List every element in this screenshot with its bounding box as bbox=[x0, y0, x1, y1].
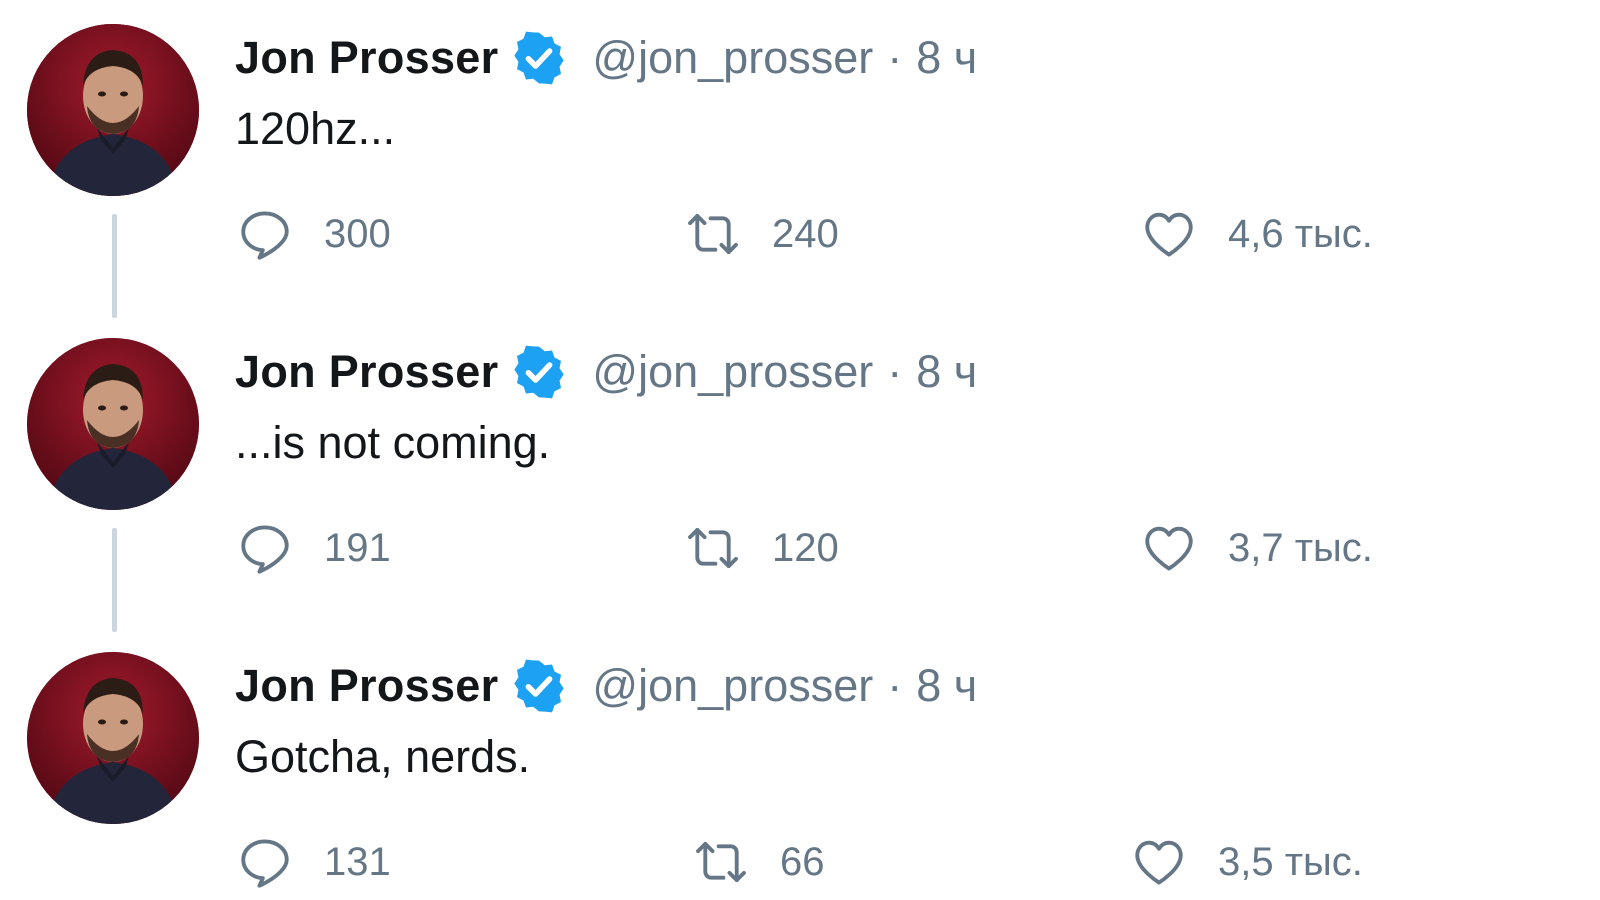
tweet-header: Jon Prosser @jon_prosser · 8 ч bbox=[235, 342, 977, 402]
like-button[interactable]: 3,5 тыс. bbox=[1130, 830, 1363, 894]
author-handle[interactable]: @jon_prosser bbox=[592, 32, 873, 84]
like-button[interactable]: 3,7 тыс. bbox=[1140, 516, 1373, 580]
separator-dot: · bbox=[887, 346, 903, 397]
retweet-button[interactable]: 240 bbox=[684, 202, 839, 266]
tweet-actions: 131 66 3,5 тыс. bbox=[0, 830, 1600, 894]
avatar-portrait bbox=[27, 338, 199, 510]
separator-dot: · bbox=[887, 32, 903, 83]
avatar[interactable] bbox=[27, 24, 199, 196]
speech-bubble-icon bbox=[236, 519, 294, 577]
like-count: 3,7 тыс. bbox=[1228, 525, 1373, 570]
tweet[interactable]: Jon Prosser @jon_prosser · 8 ч 120hz... … bbox=[0, 0, 1600, 318]
verified-badge-icon bbox=[510, 343, 568, 401]
tweet-text: ...is not coming. bbox=[235, 417, 551, 468]
reply-button[interactable]: 131 bbox=[236, 830, 391, 894]
tweet-text: 120hz... bbox=[235, 103, 396, 154]
author-handle[interactable]: @jon_prosser bbox=[592, 346, 873, 398]
retweet-arrows-icon bbox=[684, 519, 742, 577]
heart-icon bbox=[1130, 833, 1188, 891]
reply-button[interactable]: 191 bbox=[236, 516, 391, 580]
reply-count: 300 bbox=[324, 211, 391, 256]
separator-dot: · bbox=[887, 660, 903, 711]
heart-icon bbox=[1140, 519, 1198, 577]
retweet-count: 66 bbox=[780, 839, 825, 884]
tweet-timestamp[interactable]: 8 ч bbox=[916, 660, 977, 712]
reply-count: 131 bbox=[324, 839, 391, 884]
tweet[interactable]: Jon Prosser @jon_prosser · 8 ч Gotcha, n… bbox=[0, 628, 1600, 900]
retweet-button[interactable]: 120 bbox=[684, 516, 839, 580]
like-count: 3,5 тыс. bbox=[1218, 839, 1363, 884]
author-name[interactable]: Jon Prosser bbox=[235, 346, 498, 398]
like-button[interactable]: 4,6 тыс. bbox=[1140, 202, 1373, 266]
retweet-count: 120 bbox=[772, 525, 839, 570]
tweet-header: Jon Prosser @jon_prosser · 8 ч bbox=[235, 656, 977, 716]
tweet[interactable]: Jon Prosser @jon_prosser · 8 ч ...is not… bbox=[0, 314, 1600, 632]
author-name[interactable]: Jon Prosser bbox=[235, 660, 498, 712]
reply-count: 191 bbox=[324, 525, 391, 570]
retweet-arrows-icon bbox=[684, 205, 742, 263]
reply-button[interactable]: 300 bbox=[236, 202, 391, 266]
retweet-count: 240 bbox=[772, 211, 839, 256]
avatar-portrait bbox=[27, 24, 199, 196]
like-count: 4,6 тыс. bbox=[1228, 211, 1373, 256]
verified-badge-icon bbox=[510, 29, 568, 87]
verified-badge-icon bbox=[510, 657, 568, 715]
speech-bubble-icon bbox=[236, 833, 294, 891]
retweet-arrows-icon bbox=[692, 833, 750, 891]
tweet-thread: Jon Prosser @jon_prosser · 8 ч 120hz... … bbox=[0, 0, 1600, 900]
avatar-portrait bbox=[27, 652, 199, 824]
heart-icon bbox=[1140, 205, 1198, 263]
author-name[interactable]: Jon Prosser bbox=[235, 32, 498, 84]
tweet-timestamp[interactable]: 8 ч bbox=[916, 32, 977, 84]
retweet-button[interactable]: 66 bbox=[692, 830, 825, 894]
tweet-header: Jon Prosser @jon_prosser · 8 ч bbox=[235, 28, 977, 88]
tweet-text: Gotcha, nerds. bbox=[235, 731, 531, 782]
author-handle[interactable]: @jon_prosser bbox=[592, 660, 873, 712]
tweet-timestamp[interactable]: 8 ч bbox=[916, 346, 977, 398]
speech-bubble-icon bbox=[236, 205, 294, 263]
avatar[interactable] bbox=[27, 338, 199, 510]
tweet-actions: 191 120 3,7 тыс. bbox=[0, 516, 1600, 580]
avatar[interactable] bbox=[27, 652, 199, 824]
tweet-actions: 300 240 4,6 тыс. bbox=[0, 202, 1600, 266]
